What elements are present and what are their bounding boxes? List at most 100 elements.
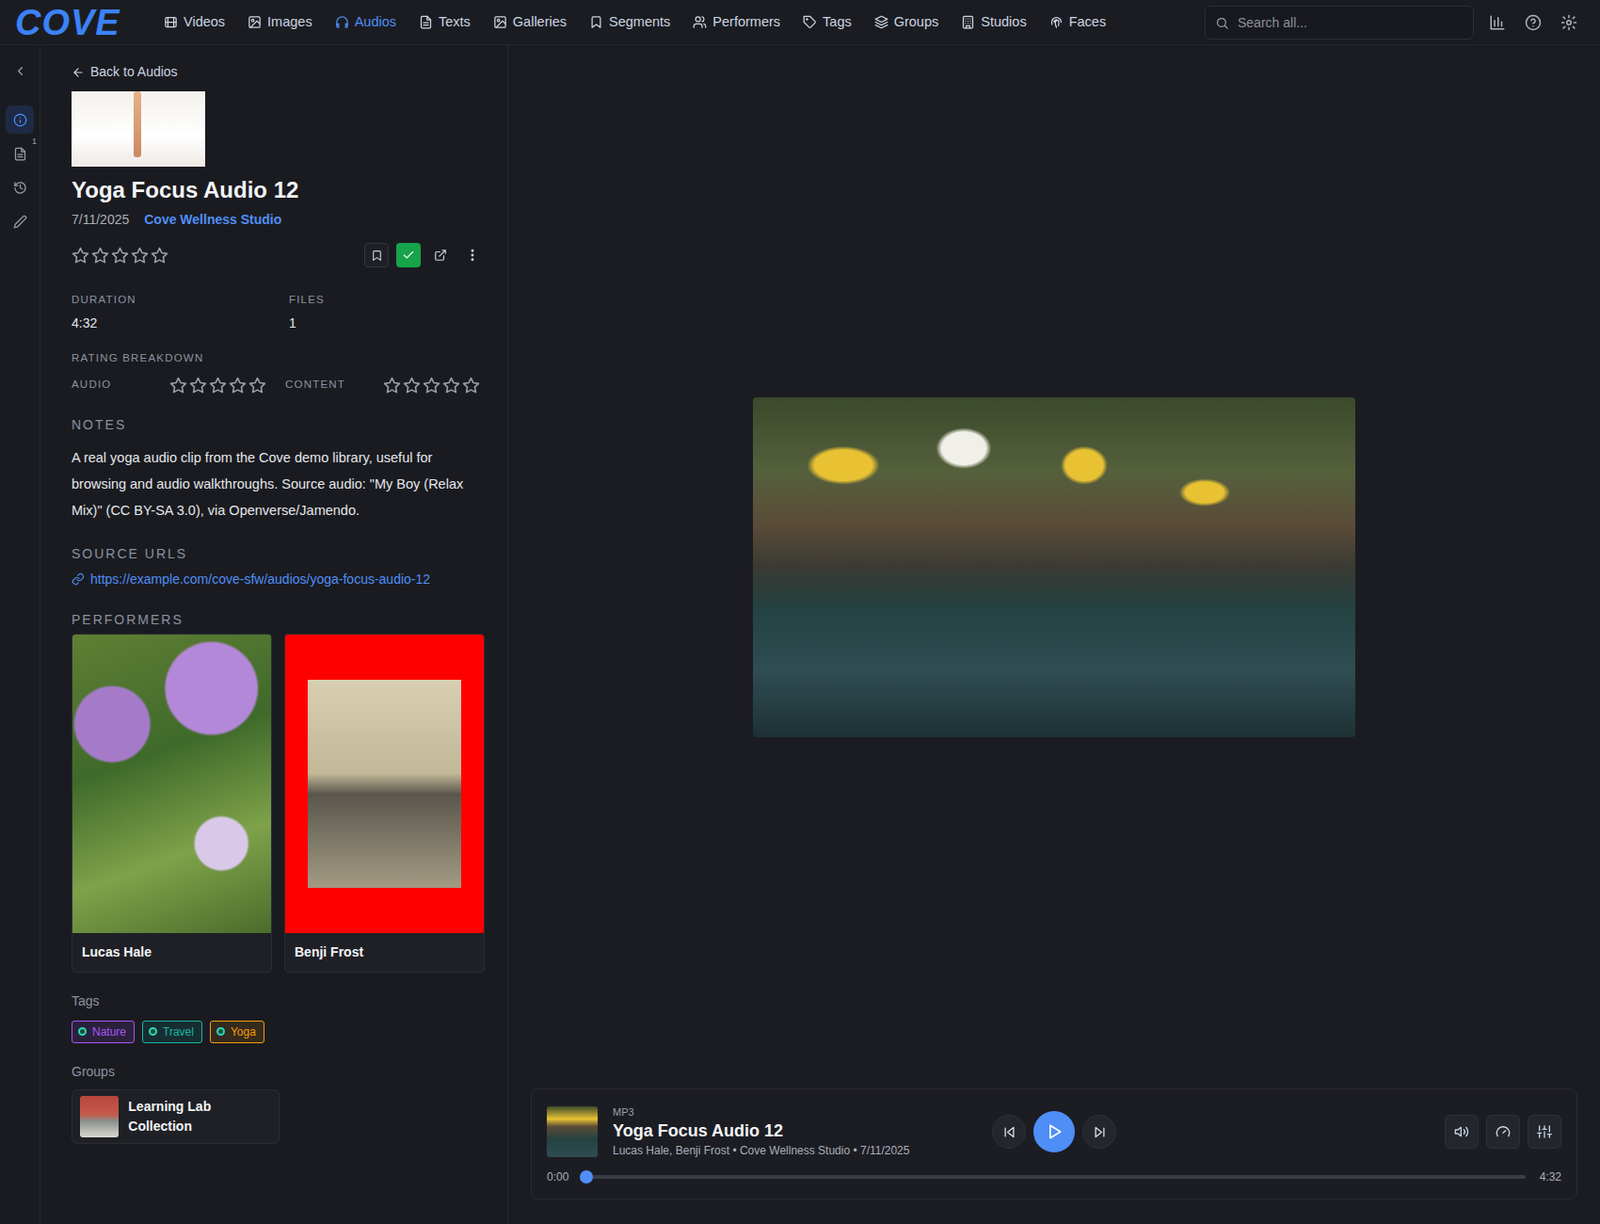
rail-item[interactable] xyxy=(5,207,34,236)
info-icon xyxy=(13,112,28,128)
main-area: MP3Yoga Focus Audio 12Lucas Hale, Benji … xyxy=(508,45,1600,1224)
bookmark-icon xyxy=(589,15,604,30)
nav-item[interactable]: Performers xyxy=(692,8,781,37)
source-url[interactable]: https://example.com/cove-sfw/audios/yoga… xyxy=(71,569,485,590)
tag-chip[interactable]: Yoga xyxy=(209,1020,265,1043)
link-icon xyxy=(71,572,85,586)
rail-badge: 1 xyxy=(32,137,37,146)
rating-label: AUDIO xyxy=(71,376,170,393)
settings-button[interactable] xyxy=(1552,6,1585,39)
section-label: RATING BREAKDOWN xyxy=(71,350,485,367)
nav-label: Audios xyxy=(354,12,397,33)
performer-name: Benji Frost xyxy=(285,932,484,972)
help-button[interactable] xyxy=(1517,6,1550,39)
nav-item[interactable]: Studios xyxy=(960,8,1026,37)
arrow-left-icon xyxy=(71,65,85,80)
speed-button[interactable] xyxy=(1486,1114,1520,1149)
star-icon xyxy=(208,376,227,395)
star-rating[interactable] xyxy=(383,376,485,395)
rail-item[interactable] xyxy=(5,105,34,134)
nav-item[interactable]: Videos xyxy=(163,8,225,37)
star-rating[interactable] xyxy=(169,376,286,395)
nav-item[interactable]: Galleries xyxy=(493,8,567,37)
tag-chip[interactable]: Nature xyxy=(71,1020,135,1043)
nav-item[interactable]: Images xyxy=(247,8,313,37)
volume-icon xyxy=(1454,1123,1470,1139)
top-bar: COVE Videos Images Audios Texts Galleries Segm… xyxy=(0,0,1600,46)
collapse-button[interactable] xyxy=(5,56,34,85)
sliders-icon xyxy=(1536,1123,1552,1139)
equalizer-button[interactable] xyxy=(1527,1114,1562,1149)
star-icon xyxy=(402,376,421,395)
nav-label: Images xyxy=(267,12,313,33)
performer-name: Lucas Hale xyxy=(72,932,272,972)
bookmark-button[interactable] xyxy=(364,242,389,268)
star-icon xyxy=(442,376,461,395)
stat-label: FILES xyxy=(288,291,485,308)
organized-button[interactable] xyxy=(396,242,421,268)
star-icon xyxy=(422,376,441,395)
more-button[interactable] xyxy=(460,242,485,268)
layers-icon xyxy=(874,15,889,30)
chevron-left-icon xyxy=(13,64,28,79)
notes-text: A real yoga audio clip from the Cove dem… xyxy=(71,444,485,524)
nav-label: Studios xyxy=(980,12,1026,33)
rail-item[interactable]: 1 xyxy=(5,139,34,168)
star-icon xyxy=(383,376,401,395)
play-button[interactable] xyxy=(1033,1110,1075,1152)
audio-player: MP3Yoga Focus Audio 12Lucas Hale, Benji … xyxy=(530,1088,1578,1200)
detail-panel: Back to AudiosYoga Focus Audio 127/11/20… xyxy=(40,45,509,1224)
kebab-icon xyxy=(464,247,480,263)
check-icon xyxy=(401,248,416,262)
nav-label: Groups xyxy=(894,12,940,33)
rating-label: CONTENT xyxy=(285,376,384,393)
performer-card[interactable]: Benji Frost xyxy=(284,633,485,973)
logo[interactable]: COVE xyxy=(15,4,130,41)
skip-forward-icon xyxy=(1092,1124,1107,1139)
volume-button[interactable] xyxy=(1444,1114,1479,1149)
section-label: NOTES xyxy=(71,415,485,435)
nav-item[interactable]: Groups xyxy=(874,8,940,37)
section-label: PERFORMERS xyxy=(71,609,485,630)
side-rail: 1 xyxy=(0,45,41,1224)
users-icon xyxy=(692,15,707,30)
star-icon xyxy=(150,246,169,265)
seek-knob[interactable] xyxy=(579,1169,593,1184)
stat-value: 1 xyxy=(288,313,485,334)
back-link[interactable]: Back to Audios xyxy=(71,62,485,82)
nav-label: Faces xyxy=(1069,12,1107,33)
player-thumbnail xyxy=(546,1105,598,1157)
file-format: MP3 xyxy=(612,1104,910,1120)
next-button[interactable] xyxy=(1082,1114,1117,1149)
tag-chip[interactable]: Travel xyxy=(142,1020,203,1043)
film-icon xyxy=(163,15,178,30)
star-rating[interactable] xyxy=(71,246,169,265)
stat-label: DURATION xyxy=(71,291,289,308)
open-external-button[interactable] xyxy=(428,242,453,268)
rail-item[interactable] xyxy=(5,173,34,202)
star-icon xyxy=(91,246,110,265)
history-icon xyxy=(13,180,28,195)
studio-link[interactable]: Cove Wellness Studio xyxy=(144,209,282,230)
performer-card[interactable]: Lucas Hale xyxy=(71,633,272,973)
back-label: Back to Audios xyxy=(90,62,178,82)
nav-item[interactable]: Audios xyxy=(335,8,397,37)
nav-label: Texts xyxy=(438,12,471,33)
tag-label: Nature xyxy=(92,1023,127,1040)
nav-label: Galleries xyxy=(512,12,567,33)
nav-item[interactable]: Segments xyxy=(589,8,671,37)
seek-track[interactable] xyxy=(582,1174,1526,1179)
nav-item[interactable]: Texts xyxy=(418,8,471,37)
fingerprint-icon xyxy=(1049,15,1064,30)
nav-item[interactable]: Tags xyxy=(802,8,852,37)
player-title: Yoga Focus Audio 12 xyxy=(612,1120,910,1142)
cover-thumbnail xyxy=(71,91,206,167)
audio-title: Yoga Focus Audio 12 xyxy=(71,176,485,205)
nav-item[interactable]: Faces xyxy=(1049,8,1107,37)
previous-button[interactable] xyxy=(992,1114,1026,1149)
search-input[interactable] xyxy=(1204,5,1474,40)
group-name: Learning Lab Collection xyxy=(128,1096,270,1136)
group-card[interactable]: Learning Lab Collection xyxy=(71,1088,280,1144)
star-icon xyxy=(169,376,188,395)
stats-button[interactable] xyxy=(1481,6,1514,39)
